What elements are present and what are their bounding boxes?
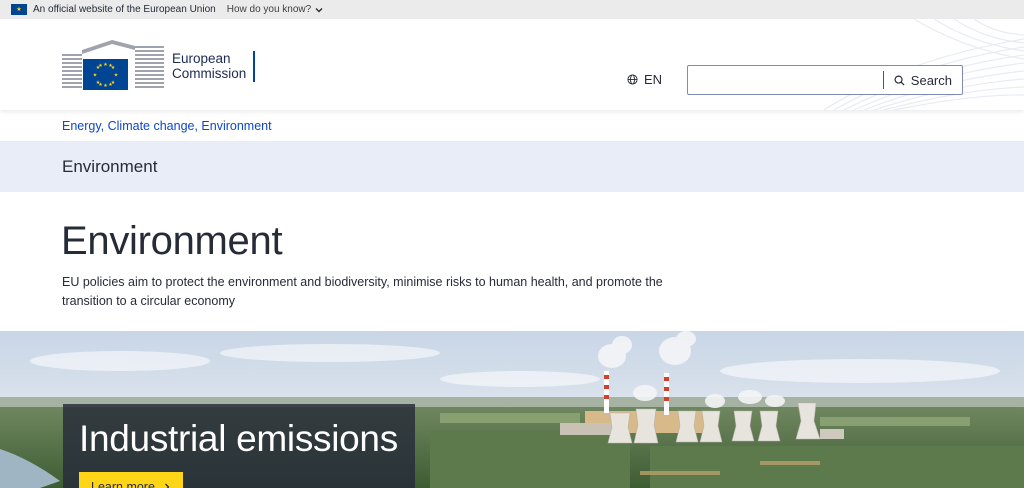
page-title: Environment — [61, 219, 283, 263]
learn-more-label: Learn more — [91, 480, 155, 488]
european-commission-logo[interactable]: ★ ★ ★ ★ ★ ★ ★ ★ ★ ★ ★ ★ European Commission — [62, 40, 256, 92]
language-code: EN — [644, 72, 663, 87]
svg-text:★: ★ — [114, 73, 119, 79]
breadcrumb-link-energy-climate-environment[interactable]: Energy, Climate change, Environment — [62, 119, 272, 133]
site-name[interactable]: Environment — [62, 157, 157, 177]
learn-more-button[interactable]: Learn more — [79, 472, 183, 488]
page-description: EU policies aim to protect the environme… — [62, 275, 663, 308]
site-name-band: Environment — [0, 141, 1024, 192]
site-header: ★ ★ ★ ★ ★ ★ ★ ★ ★ ★ ★ ★ European Commission EN — [0, 19, 1024, 110]
eu-flag-icon: ★ — [11, 4, 27, 15]
hero-content-box: Industrial emissions Learn more — [63, 404, 415, 488]
svg-text:★: ★ — [108, 63, 113, 69]
svg-text:★: ★ — [98, 82, 103, 88]
hero-title: Industrial emissions — [79, 418, 398, 459]
logo-divider — [253, 50, 256, 82]
commission-building-logo-icon: ★ ★ ★ ★ ★ ★ ★ ★ ★ ★ ★ ★ — [62, 40, 164, 92]
svg-text:★: ★ — [108, 82, 113, 88]
search-form: Search — [687, 65, 963, 95]
search-button[interactable]: Search — [884, 66, 962, 94]
how-do-you-know-label: How do you know? — [226, 4, 312, 15]
chevron-down-icon — [315, 7, 323, 12]
svg-text:★: ★ — [98, 63, 103, 69]
language-selector[interactable]: EN — [627, 72, 662, 87]
logo-line-commission: Commission — [172, 66, 247, 81]
breadcrumb: Energy, Climate change, Environment — [62, 119, 272, 133]
svg-text:★: ★ — [93, 73, 98, 79]
search-input[interactable] — [688, 66, 883, 94]
logo-line-european: European — [172, 51, 231, 66]
official-website-text: An official website of the European Unio… — [33, 4, 216, 15]
eu-official-bar: ★ An official website of the European Un… — [0, 0, 1024, 19]
hero-banner: Industrial emissions Learn more — [0, 331, 1024, 488]
search-icon — [894, 75, 905, 86]
globe-icon — [627, 74, 638, 85]
search-button-label: Search — [910, 72, 952, 88]
logo-text: European Commission — [172, 51, 246, 81]
chevron-right-icon — [164, 483, 170, 488]
how-do-you-know-toggle[interactable]: How do you know? — [227, 4, 325, 15]
